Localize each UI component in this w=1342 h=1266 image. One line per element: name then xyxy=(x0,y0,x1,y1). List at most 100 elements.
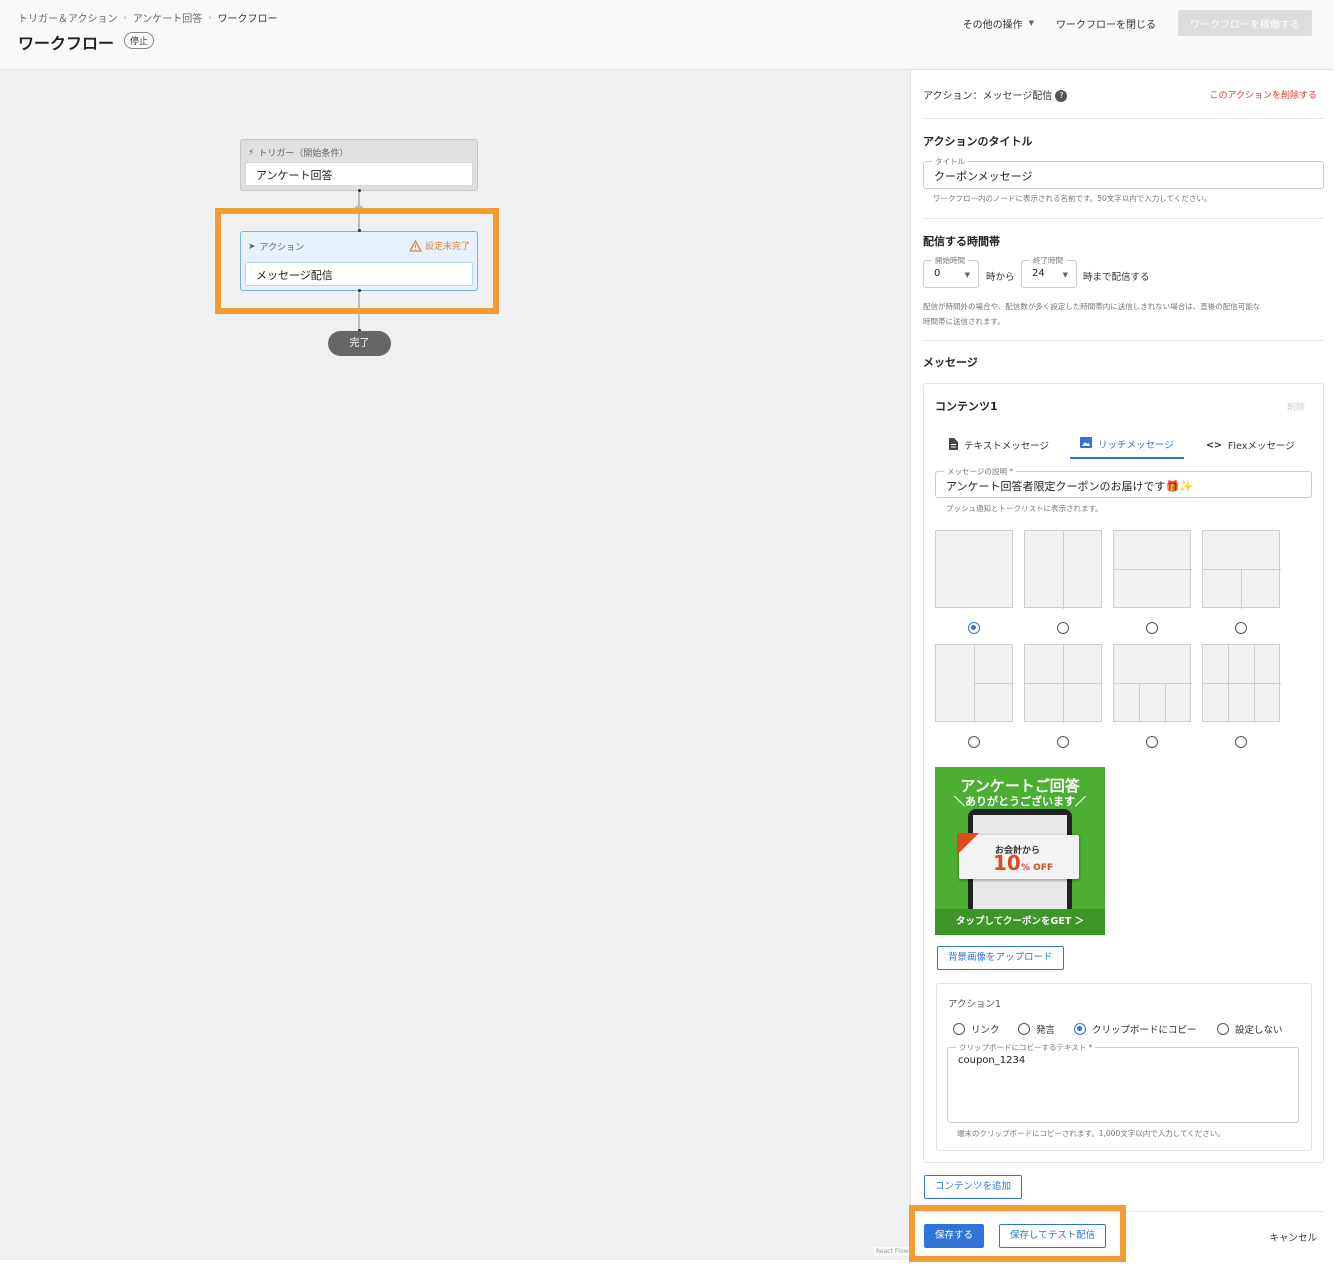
action-type-clipboard-radio[interactable] xyxy=(1074,1023,1086,1035)
start-time-select[interactable]: 開始時間 0 ▼ xyxy=(923,255,979,288)
lightning-icon: ⚡ xyxy=(248,147,255,158)
document-icon-svg xyxy=(949,437,958,450)
title-section-heading: アクションのタイトル xyxy=(923,135,1033,148)
tab-text-message[interactable]: テキストメッセージ xyxy=(938,431,1059,459)
action-type-link-label: リンク xyxy=(971,1025,1000,1036)
layout-option-3[interactable] xyxy=(1113,530,1192,608)
chevron-right-icon: › xyxy=(123,13,127,22)
message-description-value: アンケート回答者限定クーポンのお届けです🎁✨ xyxy=(946,480,1193,493)
breadcrumb-item-survey[interactable]: アンケート回答 xyxy=(133,10,203,25)
caret-down-icon: ▼ xyxy=(1062,271,1068,279)
action-type-link[interactable]: リンク xyxy=(953,1022,1000,1036)
until-text: 時まで配信する xyxy=(1083,272,1150,283)
rich-message-image: アンケートご回答 ＼ありがとうございます／ お会計から 10 % OFF タップ… xyxy=(935,767,1105,935)
title-field-legend: タイトル xyxy=(932,156,968,167)
close-workflow-button[interactable]: ワークフローを閉じる xyxy=(1056,16,1156,31)
layout-option-1[interactable] xyxy=(935,530,1013,608)
status-badge: 停止 xyxy=(124,32,155,49)
end-node[interactable]: 完了 xyxy=(328,331,391,356)
tab-rich-message-label: リッチメッセージ xyxy=(1098,440,1174,451)
image-icon-svg xyxy=(1080,437,1092,448)
layout-radio-7[interactable] xyxy=(1146,736,1158,748)
title-hint: ワークフロー内のノードに表示される名前です。50文字以内で入力してください。 xyxy=(933,194,1212,203)
trigger-output-handle[interactable] xyxy=(358,189,361,192)
header-actions: その他の操作 ▼ ワークフローを閉じる ワークフローを稼働する xyxy=(963,10,1312,36)
tab-text-message-label: テキストメッセージ xyxy=(964,441,1050,452)
coupon-percent: 10 xyxy=(993,851,1021,875)
start-time-legend: 開始時間 xyxy=(932,255,968,266)
action-type-message[interactable]: 発言 xyxy=(1018,1022,1055,1036)
layout-option-6[interactable] xyxy=(1024,644,1103,723)
layout-radio-8[interactable] xyxy=(1235,736,1247,748)
caret-down-icon: ▼ xyxy=(964,271,970,279)
add-content-button[interactable]: コンテンツを追加 xyxy=(924,1175,1023,1199)
other-operations-button[interactable]: その他の操作 ▼ xyxy=(963,16,1034,31)
message-section-heading: メッセージ xyxy=(923,356,978,369)
highlight-save-buttons xyxy=(909,1205,1126,1262)
image-icon xyxy=(1080,437,1092,451)
highlight-action-node xyxy=(215,208,499,314)
chevron-right-icon: › xyxy=(208,13,212,22)
content-delete-button[interactable]: 削除 xyxy=(1287,400,1305,413)
time-section-heading: 配信する時間帯 xyxy=(923,235,1000,248)
divider xyxy=(923,118,1324,119)
time-hint-line2: 時間帯に送信されます。 xyxy=(923,317,1005,326)
message-description-field[interactable]: メッセージの説明 * アンケート回答者限定クーポンのお届けです🎁✨ xyxy=(935,466,1312,498)
tab-flex-message[interactable]: <> Flexメッセージ xyxy=(1196,431,1305,459)
breadcrumb-item-trigger-action[interactable]: トリガー＆アクション xyxy=(18,10,118,25)
end-time-value: 24 xyxy=(1032,268,1045,279)
tab-flex-message-label: Flexメッセージ xyxy=(1227,441,1295,452)
breadcrumb-item-workflow: ワークフロー xyxy=(217,14,278,25)
panel-heading-text: アクション：メッセージ配信 xyxy=(923,91,1053,102)
content-card-title: コンテンツ1 xyxy=(935,400,998,413)
divider xyxy=(923,218,1324,219)
layout-option-5[interactable] xyxy=(935,644,1014,723)
action-type-clipboard[interactable]: クリップボードにコピー xyxy=(1074,1022,1197,1036)
action-type-clipboard-label: クリップボードにコピー xyxy=(1092,1025,1197,1036)
workflow-header: トリガー＆アクション › アンケート回答 › ワークフロー ワークフロー 停止 … xyxy=(0,0,1334,70)
caret-down-icon: ▼ xyxy=(1028,19,1034,27)
trigger-node-value: アンケート回答 xyxy=(245,162,473,186)
layout-radio-2[interactable] xyxy=(1057,622,1069,634)
action-type-message-radio[interactable] xyxy=(1018,1023,1030,1035)
layout-option-4[interactable] xyxy=(1202,530,1281,609)
trigger-node-header: ⚡ トリガー（開始条件） xyxy=(248,146,348,160)
breadcrumb: トリガー＆アクション › アンケート回答 › ワークフロー xyxy=(18,10,278,25)
help-icon[interactable]: ? xyxy=(1055,90,1068,102)
tab-rich-message[interactable]: リッチメッセージ xyxy=(1070,431,1184,459)
action-type-none-radio[interactable] xyxy=(1217,1023,1229,1035)
activate-workflow-button[interactable]: ワークフローを稼働する xyxy=(1178,10,1312,36)
start-time-value: 0 xyxy=(934,268,941,279)
upload-background-button[interactable]: 背景画像をアップロード xyxy=(937,946,1064,970)
action1-card: アクション1 リンク 発言 クリップボードにコピー 設定しない クリップボードに… xyxy=(936,983,1312,1151)
layout-radio-3[interactable] xyxy=(1146,622,1158,634)
layout-radio-6[interactable] xyxy=(1057,736,1069,748)
layout-radio-5[interactable] xyxy=(968,736,980,748)
other-operations-label: その他の操作 xyxy=(962,19,1023,31)
message-description-hint: プッシュ通知とトークリストに表示されます。 xyxy=(946,504,1103,513)
trigger-node[interactable]: ⚡ トリガー（開始条件） アンケート回答 xyxy=(240,139,478,191)
end-time-select[interactable]: 終了時間 24 ▼ xyxy=(1021,255,1077,288)
action-type-message-label: 発言 xyxy=(1036,1025,1056,1036)
divider xyxy=(923,340,1324,341)
coupon-off: % OFF xyxy=(1021,863,1054,873)
cancel-button[interactable]: キャンセル xyxy=(1269,1230,1317,1244)
end-time-legend: 終了時間 xyxy=(1030,255,1066,266)
layout-option-2[interactable] xyxy=(1024,530,1102,609)
layout-option-8[interactable] xyxy=(1202,644,1281,723)
layout-option-7[interactable] xyxy=(1113,644,1192,723)
document-icon xyxy=(948,437,958,453)
action-type-link-radio[interactable] xyxy=(953,1023,965,1035)
layout-radio-1[interactable] xyxy=(968,622,980,634)
layout-radio-4[interactable] xyxy=(1235,622,1247,634)
react-flow-attribution[interactable]: React Flow xyxy=(874,1247,911,1256)
ribbon-icon xyxy=(957,833,979,855)
title-field[interactable]: タイトル クーポンメッセージ xyxy=(923,156,1324,189)
delete-action-link[interactable]: このアクションを削除する xyxy=(1209,88,1317,101)
action-type-none[interactable]: 設定しない xyxy=(1217,1022,1283,1036)
clipboard-text-field[interactable]: クリップボードにコピーするテキスト * coupon_1234 xyxy=(947,1042,1299,1123)
page-title: ワークフロー xyxy=(18,34,115,53)
code-icon: <> xyxy=(1206,439,1222,451)
message-description-legend: メッセージの説明 * xyxy=(944,466,1016,477)
panel-heading: アクション：メッセージ配信? xyxy=(923,87,1068,102)
